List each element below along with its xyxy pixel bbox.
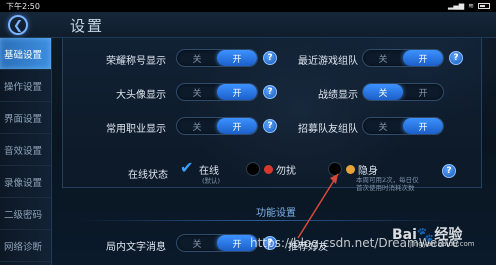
system-status-bar: 下午2:50 ▂▄▆ ≋ — [0, 0, 496, 12]
toggle-honor-title[interactable]: 关 开 — [176, 49, 258, 67]
signal-icon: ▂▄▆ — [447, 2, 465, 10]
toggle-off: 关 — [192, 122, 202, 133]
toggle-on: 开 — [217, 84, 257, 100]
toggle-recent-team[interactable]: 关 开 — [362, 49, 444, 67]
section-title-function: 功能设置 — [256, 208, 296, 219]
label-record: 战绩显示 — [318, 90, 358, 101]
sidebar-item-replay[interactable]: 录像设置 — [0, 166, 51, 198]
section-divider — [76, 220, 456, 221]
toggle-on: 开 — [217, 50, 257, 66]
label-recent-team: 最近游戏组队 — [298, 56, 358, 67]
wifi-icon: ≋ — [468, 2, 474, 10]
label-recruit-team: 招募队友组队 — [298, 124, 358, 135]
back-button[interactable]: ❮ — [2, 12, 58, 38]
option-online-label: 在线 — [199, 166, 219, 177]
toggle-record[interactable]: 关 开 — [362, 83, 444, 101]
sidebar-item-label: 网络诊断 — [4, 241, 43, 253]
page-title: 设置 — [70, 17, 105, 35]
sidebar-item-label: 界面设置 — [4, 113, 43, 125]
header-bar: ❮ 设置 — [0, 12, 496, 38]
sidebar-item-label: 操作设置 — [4, 81, 43, 93]
online-checkmark-icon[interactable]: ✔ — [180, 160, 196, 176]
help-icon[interactable]: ? — [449, 51, 463, 65]
invisible-icon — [346, 165, 355, 174]
toggle-on: 开 — [217, 118, 257, 134]
toggle-in-game-text[interactable]: 关 开 — [176, 234, 258, 252]
sidebar-item-label: 音效设置 — [4, 145, 43, 157]
back-arrow-icon: ❮ — [8, 15, 28, 35]
toggle-off: 关 — [192, 88, 202, 99]
sidebar-item-label: 录像设置 — [4, 177, 43, 189]
sidebar-item-interface[interactable]: 界面设置 — [0, 102, 51, 134]
sidebar-item-label: 基础设置 — [4, 49, 43, 61]
invisible-note-line1: 本周可用2次，每日仅 — [356, 176, 419, 184]
baidu-jingyan-url: jingyan.baidu.com — [410, 240, 475, 248]
label-big-avatar: 大头像显示 — [116, 90, 166, 101]
status-icons: ▂▄▆ ≋ — [448, 2, 490, 10]
sidebar-item-basic[interactable]: 基础设置 — [0, 38, 51, 70]
sidebar-item-controls[interactable]: 操作设置 — [0, 70, 51, 102]
label-common-role: 常用职业显示 — [106, 124, 166, 135]
label-online-status: 在线状态 — [128, 170, 168, 181]
toggle-off: 关 — [378, 122, 388, 133]
toggle-on: 开 — [418, 88, 428, 99]
busy-icon — [264, 165, 273, 174]
toggle-big-avatar[interactable]: 关 开 — [176, 83, 258, 101]
sidebar-item-network[interactable]: 网络诊断 — [0, 230, 51, 262]
status-time: 下午2:50 — [6, 1, 40, 11]
toggle-off: 关 — [192, 239, 202, 250]
option-online-sub: (默认) — [202, 177, 221, 185]
option-invisible-label: 隐身 — [358, 166, 378, 177]
label-honor-title: 荣耀称号显示 — [106, 56, 166, 67]
toggle-common-role[interactable]: 关 开 — [176, 117, 258, 135]
radio-invisible[interactable] — [328, 162, 342, 176]
battery-icon — [478, 3, 490, 9]
help-icon[interactable]: ? — [263, 85, 277, 99]
settings-sidebar: 基础设置 操作设置 界面设置 音效设置 录像设置 二级密码 网络诊断 — [0, 38, 52, 265]
sidebar-item-password[interactable]: 二级密码 — [0, 198, 51, 230]
radio-do-not-disturb[interactable] — [246, 162, 260, 176]
toggle-on: 开 — [403, 118, 443, 134]
help-icon[interactable]: ? — [442, 164, 456, 178]
sidebar-item-label: 二级密码 — [4, 209, 43, 221]
toggle-on: 开 — [403, 50, 443, 66]
invisible-note-line2: 首次使用时消耗次数 — [356, 184, 415, 192]
sidebar-item-sound[interactable]: 音效设置 — [0, 134, 51, 166]
toggle-off: 关 — [192, 54, 202, 65]
toggle-off: 关 — [378, 54, 388, 65]
toggle-off: 关 — [363, 84, 403, 100]
label-in-game-text: 局内文字消息 — [106, 242, 166, 253]
help-icon[interactable]: ? — [263, 119, 277, 133]
toggle-recruit-team[interactable]: 关 开 — [362, 117, 444, 135]
option-dnd-label: 勿扰 — [276, 166, 296, 177]
help-icon[interactable]: ? — [263, 51, 277, 65]
